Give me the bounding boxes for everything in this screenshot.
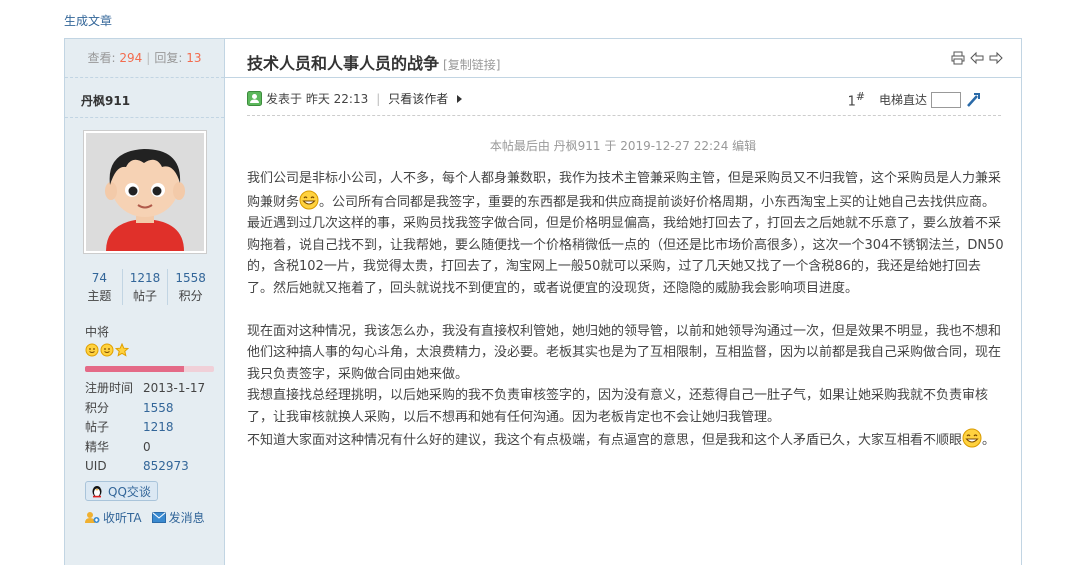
- info-value: 2013-1-17: [143, 381, 206, 395]
- info-key: 帖子: [85, 420, 110, 434]
- floor-suffix: #: [855, 90, 865, 103]
- follow-label: 收听TA: [103, 511, 142, 525]
- author-sidebar: 查看: 294 | 回复: 13 丹枫911 74 主题 1218 帖子 155…: [65, 39, 225, 565]
- post-paragraph: 最近遇到过几次这样的事，采购员找我签字做合同，但是价格明显偏高，我给她打回去了，…: [247, 216, 1004, 296]
- stat-credits[interactable]: 1558 积分: [167, 269, 213, 305]
- stat-posts[interactable]: 1218 帖子: [121, 269, 168, 305]
- views-count: 294: [119, 51, 143, 65]
- post-area: 技术人员和人事人员的战争 [复制链接] 发表于 昨天 22:13 | 只看该作者 …: [225, 39, 1021, 565]
- author-username[interactable]: 丹枫911: [81, 92, 130, 109]
- stat-posts-label: 帖子: [133, 289, 158, 303]
- laugh-emoji-icon: [299, 190, 319, 209]
- floor-navigation: 1# 电梯直达: [848, 90, 981, 109]
- info-key: 精华: [85, 439, 110, 454]
- rank-progress-fill: [85, 366, 185, 372]
- avatar[interactable]: [83, 130, 207, 254]
- replies-count: 13: [186, 51, 202, 65]
- info-key: 积分: [85, 400, 110, 415]
- info-value-link[interactable]: 852973: [143, 457, 189, 477]
- info-value: 0: [143, 439, 151, 454]
- post-text: 。: [982, 433, 996, 448]
- arrow-right-icon: [457, 94, 463, 103]
- post-paragraph: 我想直接找总经理挑明，以后她采购的我不负责审核签字的，因为没有意义，还惹得自己一…: [247, 388, 989, 425]
- title-tools: [951, 51, 1003, 65]
- rank-icons: [85, 343, 129, 357]
- user-rank: 中将: [85, 325, 110, 339]
- info-row-register: 注册时间 2013-1-17: [85, 379, 205, 399]
- author-info: 注册时间 2013-1-17 积分 1558 帖子 1218 精华 0 UID 85297…: [85, 379, 205, 477]
- author-actions: 收听TA 发消息: [85, 509, 205, 526]
- sun-icon: [85, 343, 99, 357]
- qq-chat-button[interactable]: QQ交谈: [85, 481, 158, 501]
- go-floor-icon[interactable]: [965, 92, 981, 108]
- previous-thread-icon[interactable]: [970, 51, 984, 65]
- posted-time: 昨天 22:13: [305, 92, 369, 106]
- generate-article-link[interactable]: 生成文章: [64, 12, 112, 29]
- title-bar: 技术人员和人事人员的战争 [复制链接]: [225, 39, 1021, 77]
- send-message-button[interactable]: 发消息: [151, 509, 205, 526]
- next-thread-icon[interactable]: [989, 51, 1003, 65]
- rank-progress-bar: [85, 366, 214, 372]
- info-key: 注册时间: [85, 381, 134, 395]
- stat-posts-value: 1218: [129, 271, 161, 285]
- post-meta: 发表于 昨天 22:13 | 只看该作者: [247, 90, 464, 107]
- info-row-credits: 积分 1558: [85, 399, 205, 419]
- print-icon[interactable]: [951, 51, 965, 65]
- title-divider: [225, 77, 1021, 78]
- thread-stats: 查看: 294 | 回复: 13: [65, 39, 224, 78]
- author-only-link[interactable]: 只看该作者: [388, 90, 448, 107]
- penguin-icon: [92, 486, 102, 498]
- add-friend-icon: [85, 512, 100, 523]
- online-status-icon: [247, 91, 262, 106]
- floor-number-value: 1: [847, 94, 856, 110]
- sun-icon: [100, 343, 114, 357]
- info-row-uid: UID 852973: [85, 457, 205, 477]
- stat-credits-label: 积分: [178, 289, 203, 303]
- envelope-icon: [151, 512, 166, 523]
- post-content: 我们公司是非标小公司，人不多，每个人都身兼数职，我作为技术主管兼采购主管，但是采…: [247, 168, 1004, 452]
- thread-container: 查看: 294 | 回复: 13 丹枫911 74 主题 1218 帖子 155…: [64, 38, 1022, 565]
- info-row-posts: 帖子 1218: [85, 418, 205, 438]
- posted-prefix: 发表于: [266, 92, 303, 106]
- thread-title-text: 技术人员和人事人员的战争: [247, 54, 440, 73]
- info-key: UID: [85, 459, 107, 473]
- post-paragraph: 现在面对这种情况，我该怎么办，我没有直接权利管她，她归她的领导管，以前和她领导沟…: [247, 323, 1002, 382]
- copy-link-button[interactable]: [复制链接]: [443, 58, 500, 72]
- post-text: 。公司所有合同都是我签字，重要的东西都是我和供应商提前谈好价格周期，小东西淘宝上…: [319, 194, 996, 210]
- qq-chat-label: QQ交谈: [108, 484, 151, 499]
- post-paragraph: 我们公司是非标小公司，人不多，每个人都身兼数职，我作为技术主管兼采购主管，但是采…: [247, 168, 1004, 213]
- laugh-emoji-icon: [962, 428, 982, 448]
- floor-number: 1#: [848, 90, 865, 109]
- post-paragraph: 不知道大家面对这种情况有什么好的建议，我这个有点极端，有点逼宫的意思，但是我和这…: [247, 428, 1004, 452]
- post-text: 不知道大家面对这种情况有什么好的建议，我这个有点极端，有点逼宫的意思，但是我和这…: [247, 433, 963, 448]
- edit-note: 本帖最后由 丹枫911 于 2019-12-27 22:24 编辑: [489, 139, 757, 153]
- stat-credits-value: 1558: [175, 271, 206, 285]
- stat-topics[interactable]: 74 主题: [77, 269, 122, 305]
- sidebar-divider: [65, 117, 224, 118]
- info-value-link[interactable]: 1218: [143, 418, 174, 438]
- thread-title: 技术人员和人事人员的战争 [复制链接]: [247, 50, 500, 74]
- author-stats: 74 主题 1218 帖子 1558 积分: [77, 269, 213, 305]
- send-message-label: 发消息: [168, 511, 205, 525]
- elevator-label: 电梯直达: [878, 93, 927, 108]
- floor-jump-input[interactable]: [931, 91, 961, 108]
- stat-topics-label: 主题: [87, 289, 112, 303]
- meta-divider: [247, 115, 1001, 116]
- follow-button[interactable]: 收听TA: [85, 509, 142, 526]
- replies-label: 回复:: [154, 51, 183, 65]
- stat-topics-value: 74: [91, 271, 107, 285]
- info-row-digest: 精华 0: [85, 438, 205, 458]
- info-value-link[interactable]: 1558: [143, 399, 174, 419]
- star-icon: [115, 343, 129, 357]
- views-label: 查看:: [87, 51, 116, 65]
